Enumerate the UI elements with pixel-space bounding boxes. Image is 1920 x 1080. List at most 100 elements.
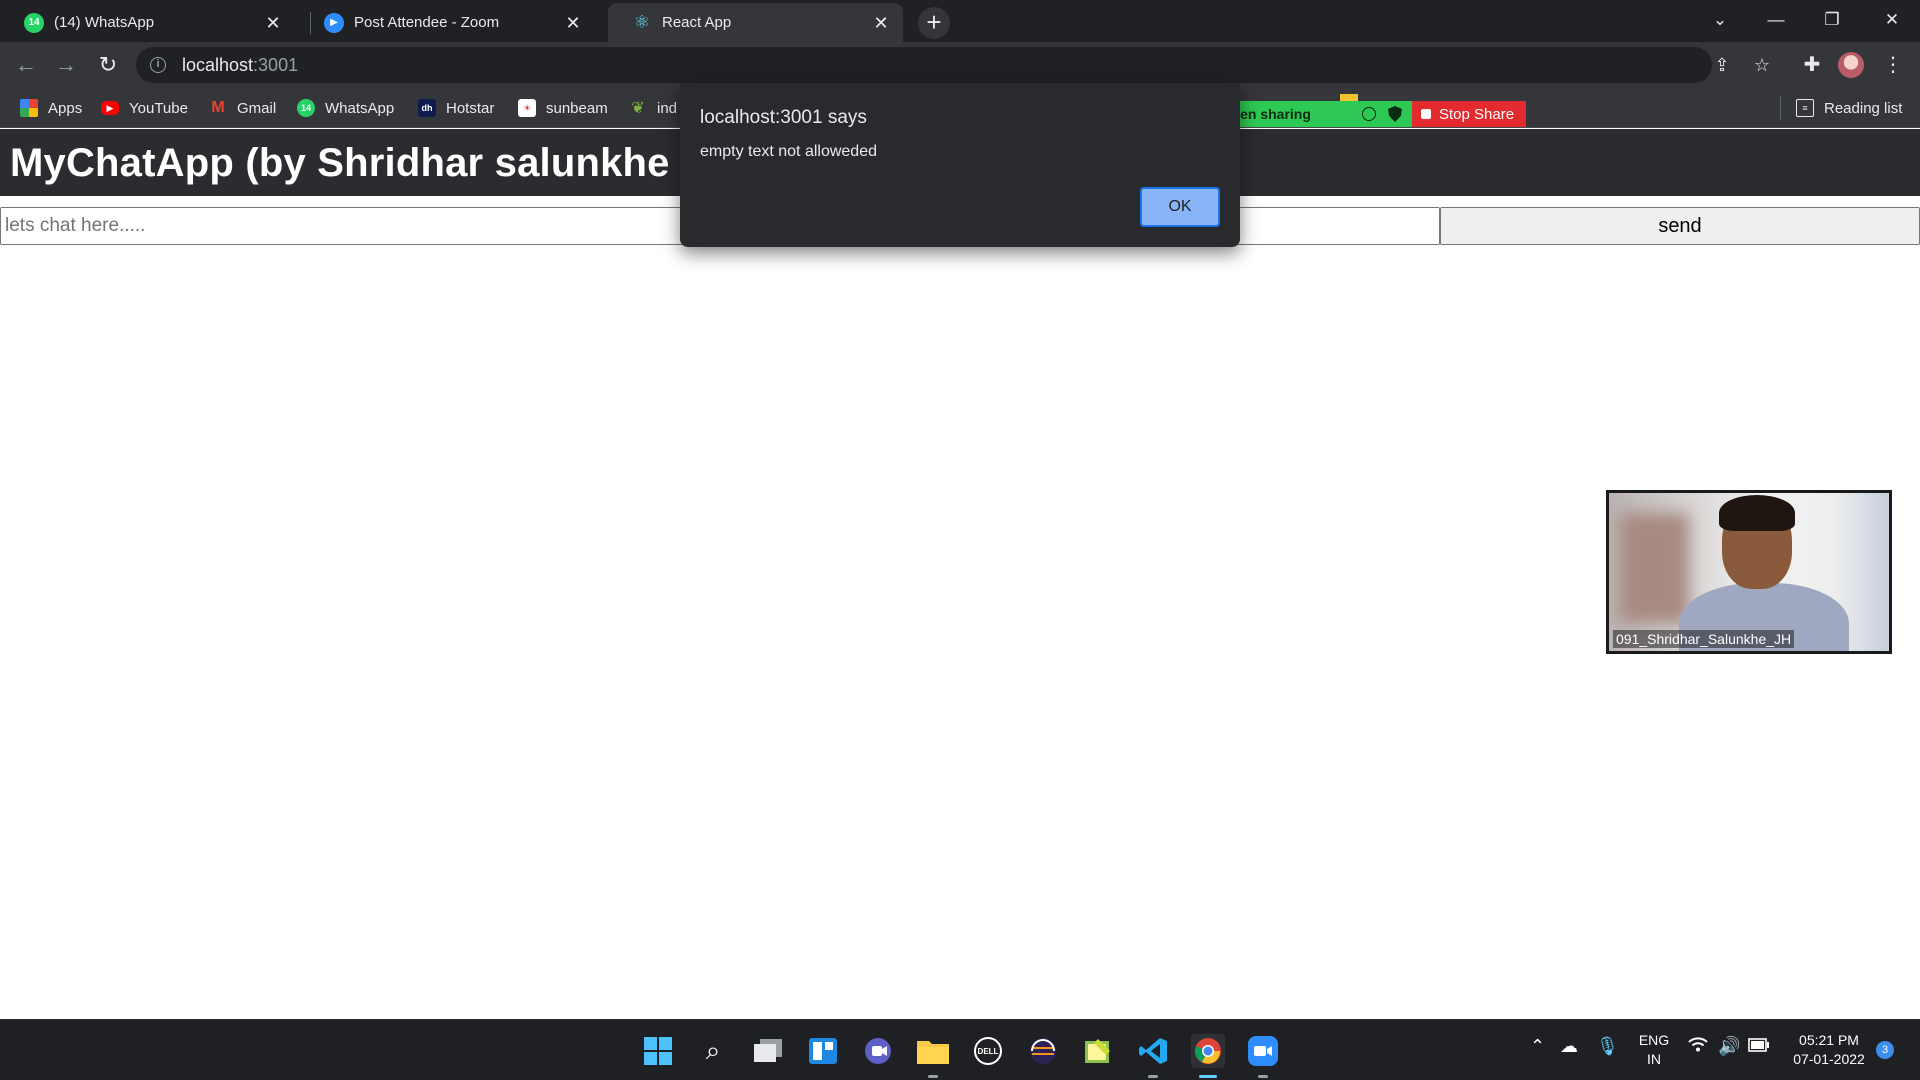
stop-icon (1421, 109, 1431, 119)
apps-grid-icon (20, 99, 38, 117)
bookmark-label: WhatsApp (325, 99, 395, 117)
leaf-icon: ❦ (631, 100, 645, 117)
new-tab-button[interactable]: + (918, 7, 950, 39)
extensions-puzzle-icon[interactable]: ✚ (1797, 50, 1827, 80)
zoom-icon: ▶ (324, 12, 344, 33)
reading-list[interactable]: ≡ Reading list (1796, 96, 1902, 120)
eclipse-icon[interactable] (1026, 1034, 1060, 1068)
tab-react-app[interactable]: ⚛ React App ✕ (608, 3, 903, 42)
wifi-icon[interactable] (1688, 1036, 1708, 1057)
input-language[interactable]: ENG IN (1636, 1031, 1672, 1069)
widgets-icon[interactable] (806, 1034, 840, 1068)
bookmark-label: Apps (48, 99, 83, 117)
reload-icon[interactable]: ↻ (90, 47, 126, 83)
bookmark-star-icon[interactable]: ☆ (1750, 53, 1774, 77)
ok-button[interactable]: OK (1140, 187, 1220, 227)
bookmark-youtube[interactable]: ▶ YouTube (101, 96, 188, 120)
dell-label: DELL (977, 1046, 999, 1056)
url-host: localhost (182, 54, 254, 75)
tab-title: (14) WhatsApp (54, 14, 155, 31)
clock-date: 07-01-2022 (1793, 1051, 1865, 1067)
bookmark-ind[interactable]: ❦ ind (629, 96, 677, 120)
photo-editor-icon[interactable] (1081, 1034, 1115, 1068)
teams-chat-icon[interactable] (861, 1034, 895, 1068)
battery-icon[interactable] (1748, 1036, 1770, 1057)
bookmark-label: sunbeam (546, 99, 608, 117)
reading-list-label: Reading list (1824, 99, 1903, 117)
dell-icon[interactable]: DELL (971, 1034, 1005, 1068)
tab-title: React App (662, 14, 732, 31)
microphone-icon[interactable]: 🎙 (1596, 1036, 1619, 1057)
gmail-icon: M (211, 99, 225, 116)
tab-title: Post Attendee - Zoom (354, 14, 500, 31)
bookmark-hotstar[interactable]: dh Hotstar (418, 96, 494, 120)
bookmark-gmail[interactable]: M Gmail (209, 96, 276, 120)
close-tab-icon[interactable]: ✕ (563, 13, 583, 33)
tab-strip: 14 (14) WhatsApp ✕ ▶ Post Attendee - Zoo… (0, 0, 1920, 42)
bookmark-sunbeam[interactable]: ☀ sunbeam (518, 96, 608, 120)
close-tab-icon[interactable]: ✕ (263, 13, 283, 33)
react-icon: ⚛ (633, 12, 651, 32)
clock-time: 05:21 PM (1799, 1032, 1859, 1048)
tab-whatsapp[interactable]: 14 (14) WhatsApp ✕ (0, 3, 295, 42)
bookmark-label: ind (657, 99, 678, 117)
tab-zoom[interactable]: ▶ Post Attendee - Zoom ✕ (300, 3, 595, 42)
forward-arrow-icon[interactable]: → (48, 47, 84, 83)
zoom-app-icon[interactable] (1246, 1034, 1280, 1078)
page-title: MyChatApp (by Shridhar salunkhe 09 (10, 141, 726, 185)
search-icon[interactable]: ⌕ (696, 1034, 730, 1068)
reading-list-icon: ≡ (1796, 99, 1814, 117)
alert-dialog: localhost:3001 says empty text not allow… (680, 83, 1240, 247)
tab-search-chevron-icon[interactable]: ⌄ (1692, 0, 1748, 40)
clock[interactable]: 05:21 PM 07-01-2022 (1786, 1031, 1872, 1069)
site-info-icon[interactable]: i (150, 57, 166, 73)
onedrive-cloud-icon[interactable]: ☁ (1560, 1036, 1578, 1057)
bookmarks-separator (1780, 96, 1781, 120)
language-region: IN (1647, 1051, 1661, 1067)
sunbeam-icon: ☀ (518, 99, 536, 117)
restore-icon[interactable]: ❐ (1804, 0, 1860, 40)
volume-icon[interactable]: 🔊 (1718, 1036, 1740, 1057)
bookmark-label: Gmail (237, 99, 277, 117)
running-indicator (1148, 1075, 1158, 1078)
close-window-icon[interactable]: ✕ (1864, 0, 1920, 40)
notification-badge[interactable]: 3 (1876, 1041, 1894, 1059)
bookmark-label: YouTube (129, 99, 188, 117)
profile-avatar[interactable] (1838, 52, 1864, 78)
bookmark-whatsapp[interactable]: 14 WhatsApp (297, 96, 394, 120)
bookmark-apps[interactable]: Apps (20, 96, 82, 120)
address-bar[interactable]: i localhost:3001 (136, 47, 1712, 83)
zoom-hint-tab (1340, 94, 1358, 101)
share-icon[interactable]: ⇪ (1710, 53, 1734, 77)
participant-name: 091_Shridhar_Salunkhe_JH (1613, 630, 1795, 648)
file-explorer-icon[interactable] (916, 1034, 950, 1078)
active-indicator (1199, 1075, 1217, 1078)
back-arrow-icon[interactable]: ← (8, 47, 44, 83)
language-code: ENG (1638, 1032, 1670, 1048)
stop-share-label: Stop Share (1439, 105, 1515, 123)
url-port: :3001 (253, 54, 299, 75)
start-windows-icon[interactable] (641, 1034, 675, 1068)
vscode-icon[interactable] (1136, 1034, 1170, 1078)
send-button[interactable]: send (1440, 207, 1920, 245)
youtube-icon: ▶ (101, 101, 119, 115)
whatsapp-icon: 14 (24, 12, 44, 33)
running-indicator (928, 1075, 938, 1078)
stop-share-button[interactable]: Stop Share (1412, 101, 1526, 127)
shield-icon (1388, 106, 1402, 122)
chevron-up-icon[interactable]: ⌃ (1530, 1036, 1545, 1057)
dialog-message: empty text not alloweded (700, 143, 877, 160)
participant-video[interactable]: 091_Shridhar_Salunkhe_JH (1606, 490, 1892, 654)
running-indicator (1258, 1075, 1268, 1078)
whatsapp-icon: 14 (297, 99, 315, 117)
share-info-icon[interactable] (1362, 107, 1376, 121)
browser-toolbar: ← → ↻ i localhost:3001 ⇪ ☆ ✚ ⋮ (0, 42, 1920, 88)
menu-kebab-icon[interactable]: ⋮ (1878, 50, 1908, 80)
dialog-title: localhost:3001 says (700, 107, 867, 128)
close-tab-icon[interactable]: ✕ (871, 13, 891, 33)
chrome-icon[interactable] (1191, 1034, 1225, 1078)
task-view-icon[interactable] (751, 1034, 785, 1068)
participant-hair (1719, 495, 1795, 531)
background-blur (1619, 513, 1689, 623)
minimize-icon[interactable]: — (1748, 0, 1804, 40)
